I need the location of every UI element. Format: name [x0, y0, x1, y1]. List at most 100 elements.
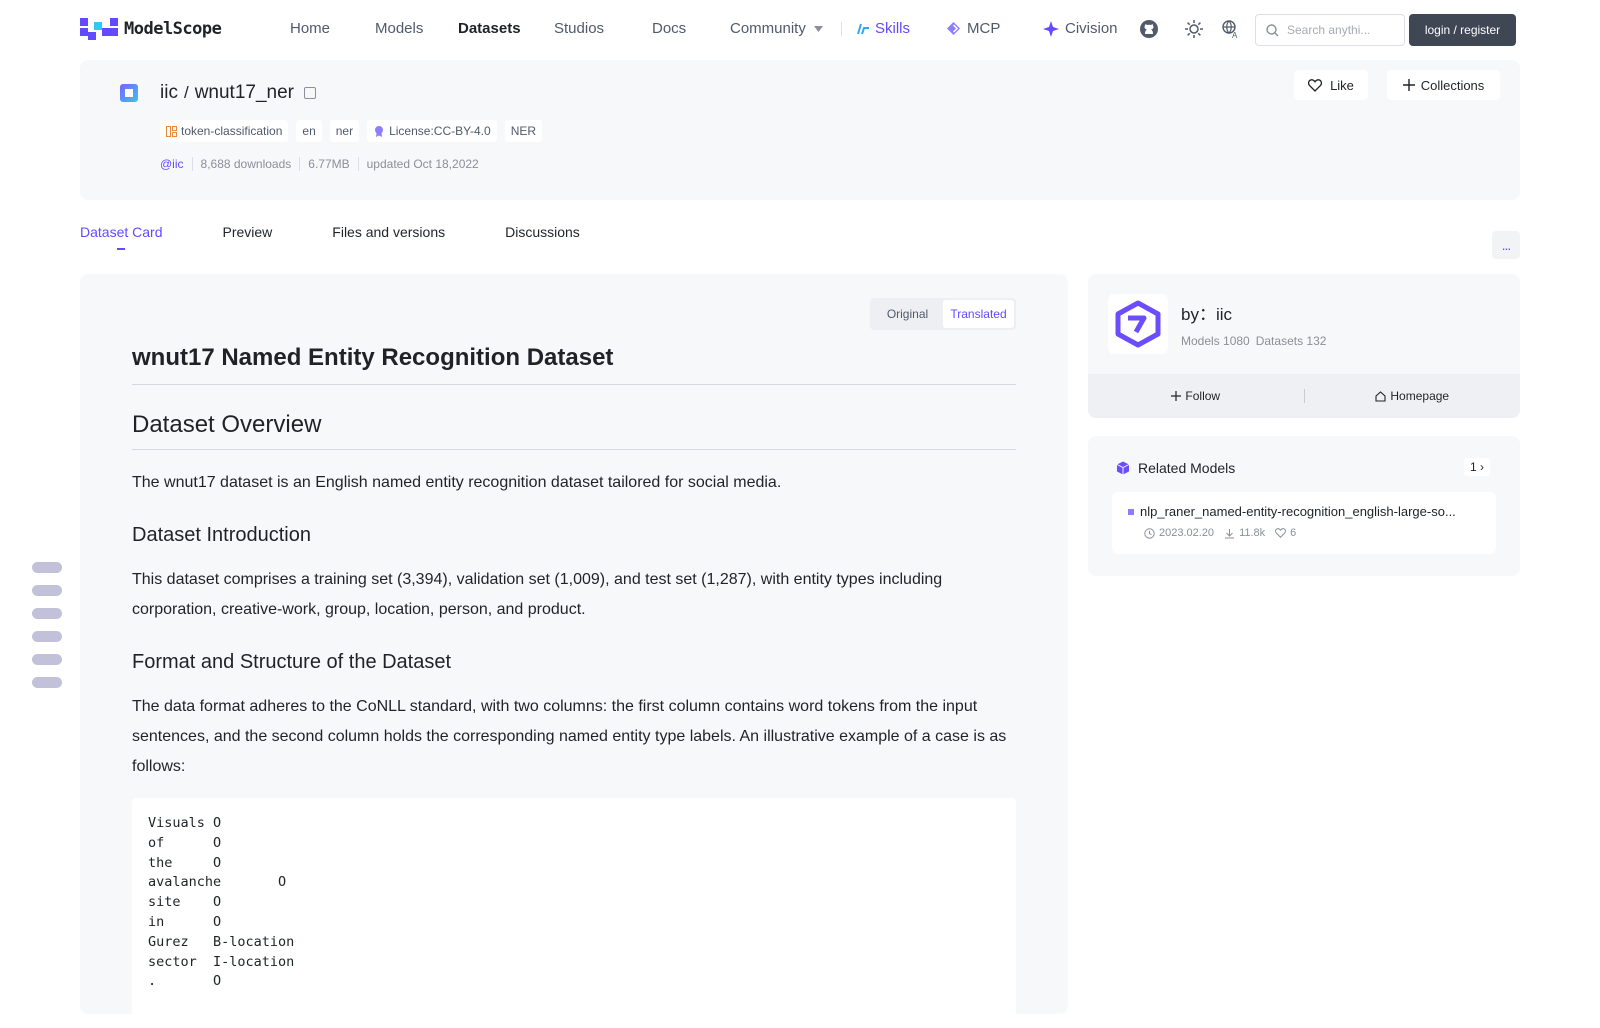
homepage-label: Homepage [1390, 389, 1450, 403]
original-toggle[interactable]: Original [872, 300, 943, 328]
modelscope-logo[interactable]: ModelScope [80, 18, 222, 40]
format-text: The data format adheres to the CoNLL sta… [132, 698, 1007, 775]
cube-icon [1116, 461, 1130, 475]
plus-icon [1171, 391, 1182, 401]
related-count: 1 [1470, 460, 1477, 474]
nav-community[interactable]: Community [730, 20, 823, 37]
nav-civision-label: Civision [1065, 20, 1118, 37]
tag-label: License:CC-BY-4.0 [389, 124, 491, 138]
logo-mark-icon [80, 18, 118, 40]
author-avatar[interactable] [1108, 294, 1168, 354]
tag-token-classification[interactable]: token-classification [160, 120, 289, 142]
toc-bar[interactable] [32, 654, 62, 665]
github-icon[interactable] [1138, 18, 1160, 40]
overview-text: The wnut17 dataset is an English named e… [132, 474, 782, 491]
author-card: by：iic Models 1080 Datasets 132 Follow H… [1088, 274, 1520, 418]
related-models-card: Related Models 1 › nlp_raner_named-entit… [1088, 436, 1520, 576]
tag-en[interactable]: en [296, 120, 322, 142]
dataset-owner[interactable]: iic [160, 82, 178, 104]
toc-bar[interactable] [32, 585, 62, 596]
nav-mcp[interactable]: MCP [946, 20, 1000, 37]
tab-discussions[interactable]: Discussions [505, 224, 580, 240]
related-downloads: 11.8k [1224, 527, 1265, 539]
license-icon [375, 126, 384, 137]
login-register-button[interactable]: login / register [1409, 14, 1516, 46]
model-bullet-icon [1128, 508, 1134, 515]
nav-models[interactable]: Models [375, 20, 423, 37]
nav-home[interactable]: Home [290, 20, 330, 37]
caret-down-icon [813, 25, 823, 32]
nav-skills[interactable]: Skills [856, 20, 910, 37]
search-box[interactable] [1255, 14, 1405, 46]
toc-bar[interactable] [32, 677, 62, 688]
like-label: Like [1330, 77, 1354, 93]
follow-label: Follow [1185, 389, 1221, 403]
nav-divider [841, 22, 842, 36]
tag-NER[interactable]: NER [504, 120, 543, 142]
nav-studios[interactable]: Studios [554, 20, 604, 37]
dataset-card-panel: Original Translated wnut17 Named Entity … [80, 274, 1068, 1028]
intro-text: This dataset comprises a training set (3… [132, 571, 943, 618]
related-date-text: 2023.02.20 [1159, 527, 1215, 539]
code-example: Visuals O of O the O avalanche O site O … [132, 798, 1016, 1028]
author-name[interactable]: by：iic [1181, 300, 1232, 325]
tab-dataset-card[interactable]: Dataset Card [80, 224, 162, 250]
readme-content: wnut17 Named Entity Recognition Dataset … [132, 344, 1016, 1028]
collections-button[interactable]: Collections [1387, 70, 1500, 100]
author-stats: Models 1080 Datasets 132 [1181, 334, 1326, 348]
author-actions: Follow Homepage [1088, 374, 1520, 418]
dataset-icon [120, 84, 138, 102]
heart-icon [1308, 78, 1323, 92]
author-datasets-count: Datasets 132 [1255, 334, 1327, 348]
follow-button[interactable]: Follow [1088, 389, 1304, 403]
translated-toggle[interactable]: Translated [943, 300, 1014, 328]
home-icon [1375, 390, 1386, 402]
theme-sun-icon[interactable] [1183, 18, 1205, 40]
download-icon [1225, 528, 1235, 538]
heart-icon [1275, 528, 1287, 538]
related-count-link[interactable]: 1 › [1464, 458, 1491, 476]
title-slash: / [183, 83, 189, 102]
qwen-logo-icon [1115, 300, 1161, 348]
toc-bar[interactable] [32, 608, 62, 619]
more-options-button[interactable]: ... [1492, 231, 1520, 259]
related-downloads-text: 11.8k [1239, 527, 1266, 539]
language-icon[interactable]: A [1220, 18, 1242, 40]
tab-files-versions[interactable]: Files and versions [332, 224, 445, 240]
toc-bar[interactable] [32, 562, 62, 573]
related-date: 2023.02.20 [1144, 527, 1214, 539]
top-nav: ModelScope Home Models Datasets Studios … [0, 0, 1600, 58]
like-button[interactable]: Like [1294, 70, 1368, 100]
clock-icon [1144, 527, 1155, 539]
collections-label: Collections [1420, 77, 1485, 93]
toc-indicator[interactable] [32, 562, 62, 700]
author-handle[interactable]: @iic [160, 157, 192, 171]
copy-icon[interactable] [303, 87, 316, 99]
related-likes-text: 6 [1290, 527, 1297, 539]
search-input[interactable] [1287, 23, 1397, 37]
language-toggle: Original Translated [870, 298, 1016, 330]
nav-civision[interactable]: Civision [1043, 20, 1118, 37]
search-icon [1266, 23, 1279, 36]
nav-datasets[interactable]: Datasets [458, 20, 521, 37]
tag-ner[interactable]: ner [329, 120, 360, 142]
intro-heading: Dataset Introduction [132, 524, 311, 546]
tab-preview[interactable]: Preview [222, 224, 272, 240]
dataset-name: wnut17_ner [194, 82, 294, 103]
dataset-header: iic / wnut17_ner token-classification en… [80, 60, 1520, 200]
tag-license[interactable]: License:CC-BY-4.0 [367, 120, 497, 142]
related-model-meta: 2023.02.20 11.8k 6 [1144, 527, 1296, 539]
updated-date: updated Oct 18,2022 [357, 157, 487, 171]
related-models-title: Related Models [1138, 460, 1236, 476]
related-model-item[interactable]: nlp_raner_named-entity-recognition_engli… [1112, 492, 1496, 554]
related-models-header: Related Models [1116, 460, 1235, 476]
related-likes: 6 [1275, 527, 1296, 539]
mcp-icon [947, 22, 960, 35]
toc-bar[interactable] [32, 631, 62, 642]
nav-mcp-label: MCP [967, 20, 1001, 37]
download-count: 8,688 downloads [191, 157, 300, 171]
card-title: wnut17 Named Entity Recognition Dataset [132, 344, 1016, 385]
nav-docs[interactable]: Docs [652, 20, 686, 37]
homepage-button[interactable]: Homepage [1305, 389, 1521, 403]
svg-text:A: A [1232, 31, 1238, 39]
